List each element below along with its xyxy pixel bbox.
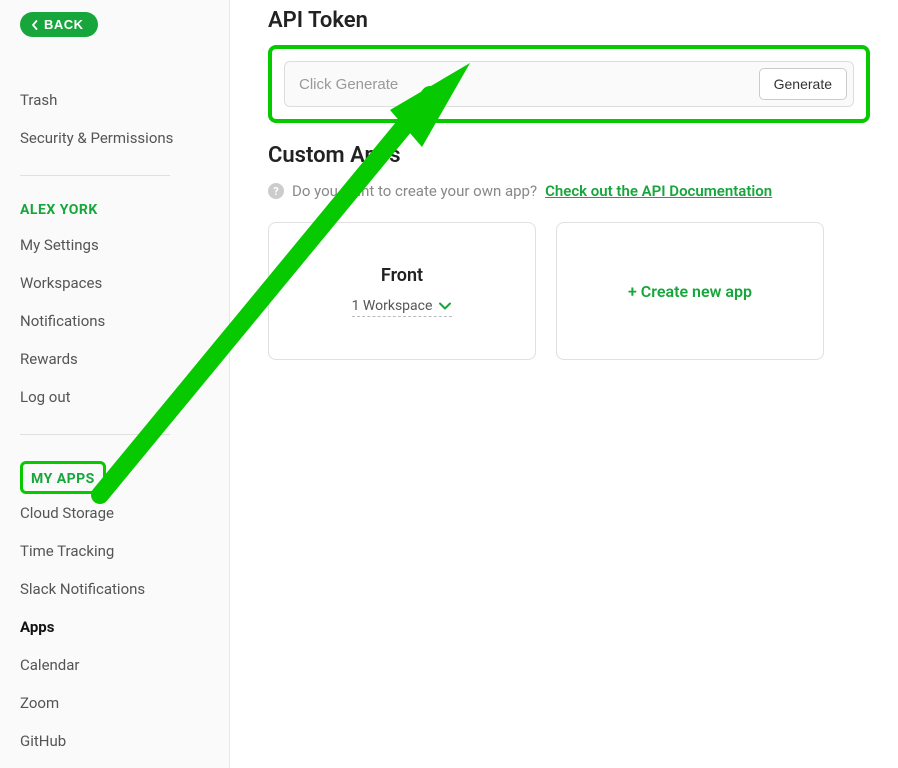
nav-slack-notifications[interactable]: Slack Notifications — [20, 570, 209, 608]
api-token-highlight: Generate — [268, 45, 870, 123]
nav-time-tracking[interactable]: Time Tracking — [20, 532, 209, 570]
nav-my-settings[interactable]: My Settings — [20, 226, 209, 264]
app-card-title: Front — [381, 265, 423, 286]
api-token-title: API Token — [268, 8, 870, 33]
nav-notifications[interactable]: Notifications — [20, 302, 209, 340]
nav-cloud-storage[interactable]: Cloud Storage — [20, 494, 209, 532]
nav-apps[interactable]: Apps — [20, 608, 209, 646]
divider — [20, 434, 170, 435]
api-token-field-wrap: Generate — [284, 61, 854, 107]
chevron-left-icon — [30, 20, 40, 30]
api-token-input[interactable] — [299, 76, 759, 93]
my-apps-highlight: MY APPS — [20, 461, 106, 494]
custom-apps-title: Custom Apps — [268, 143, 870, 168]
nav-github[interactable]: GitHub — [20, 722, 209, 760]
question-icon: ? — [268, 183, 284, 199]
chevron-down-icon — [438, 299, 452, 313]
create-new-app-card[interactable]: + Create new app — [556, 222, 824, 360]
app-card-front[interactable]: Front 1 Workspace — [268, 222, 536, 360]
workspace-count: 1 Workspace — [352, 298, 433, 314]
nav-security-permissions[interactable]: Security & Permissions — [20, 119, 209, 157]
nav-zoom[interactable]: Zoom — [20, 684, 209, 722]
back-button[interactable]: BACK — [20, 12, 98, 37]
nav-log-out[interactable]: Log out — [20, 378, 209, 416]
create-new-app-text: + Create new app — [628, 282, 752, 301]
nav-calendar[interactable]: Calendar — [20, 646, 209, 684]
nav-workspaces[interactable]: Workspaces — [20, 264, 209, 302]
nav-trash[interactable]: Trash — [20, 81, 209, 119]
api-documentation-link[interactable]: Check out the API Documentation — [545, 182, 772, 200]
app-cards: Front 1 Workspace + Create new app — [268, 222, 870, 360]
divider — [20, 175, 170, 176]
nav-rewards[interactable]: Rewards — [20, 340, 209, 378]
generate-button[interactable]: Generate — [759, 68, 847, 100]
main-content: API Token Generate Custom Apps ? Do you … — [230, 0, 898, 768]
help-row: ? Do you want to create your own app? Ch… — [268, 182, 870, 200]
user-section-header: ALEX YORK — [20, 194, 209, 226]
apps-section-header: MY APPS — [31, 471, 95, 487]
help-text: Do you want to create your own app? — [292, 182, 537, 200]
sidebar: BACK Trash Security & Permissions ALEX Y… — [0, 0, 230, 768]
workspace-selector[interactable]: 1 Workspace — [352, 298, 453, 317]
back-label: BACK — [44, 17, 84, 32]
